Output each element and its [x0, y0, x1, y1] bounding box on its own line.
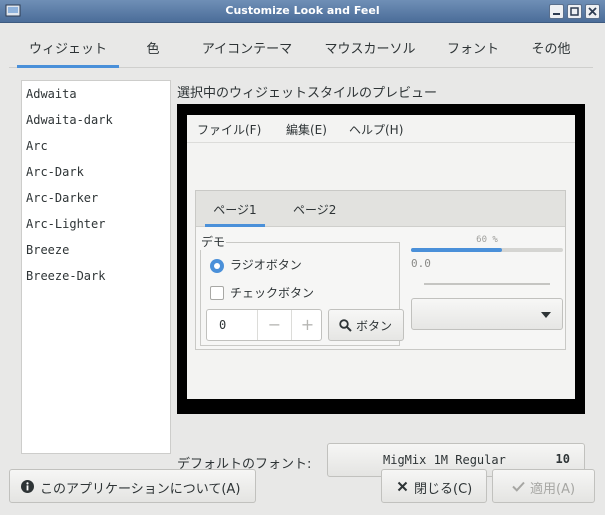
dropdown-arrow-icon	[541, 312, 551, 318]
notebook-tab-bar: ページ1 ページ2	[196, 191, 565, 227]
check-button[interactable]	[210, 286, 224, 300]
spin-decrement-button[interactable]: −	[257, 310, 291, 340]
about-button[interactable]: このアプリケーションについて(A)	[9, 469, 256, 503]
spin-increment-button[interactable]: +	[291, 310, 323, 340]
list-item[interactable]: Arc-Dark	[26, 165, 84, 179]
widget-page: Adwaita Adwaita-dark Arc Arc-Dark Arc-Da…	[9, 68, 593, 477]
menu-help[interactable]: ヘルプ(H)	[349, 121, 403, 138]
tab-bar: ウィジェット 色 アイコンテーマ マウスカーソル フォント その他	[9, 32, 593, 68]
minimize-button[interactable]	[549, 4, 564, 19]
progress-bar	[411, 248, 563, 252]
slider-value: 0.0	[411, 257, 431, 270]
maximize-button[interactable]	[567, 4, 582, 19]
list-item[interactable]: Adwaita-dark	[26, 113, 113, 127]
preview-area: ファイル(F) 編集(E) ヘルプ(H) ページ1 ページ2 ラジオボタン チェ…	[187, 115, 575, 399]
info-icon	[21, 480, 34, 493]
close-window-button[interactable]	[585, 4, 600, 19]
preview-menubar: ファイル(F) 編集(E) ヘルプ(H)	[187, 115, 575, 143]
font-size: 10	[555, 452, 570, 466]
radio-button[interactable]	[210, 259, 224, 273]
slider[interactable]	[424, 283, 550, 285]
preview-frame: ファイル(F) 編集(E) ヘルプ(H) ページ1 ページ2 ラジオボタン チェ…	[177, 104, 585, 414]
progress-text: 60 %	[476, 235, 498, 245]
close-icon	[397, 481, 408, 492]
demo-button-label: ボタン	[356, 319, 393, 333]
apply-button[interactable]: 適用(A)	[492, 469, 595, 503]
maximize-icon	[570, 7, 579, 16]
demo-label: デモ	[200, 233, 227, 250]
radio-label: ラジオボタン	[230, 258, 302, 272]
list-item[interactable]: Breeze	[26, 243, 69, 257]
tab-page1[interactable]: ページ1	[205, 201, 265, 227]
checkmark-icon	[512, 481, 525, 492]
spin-button[interactable]: 0 − +	[206, 309, 322, 341]
list-item[interactable]: Arc-Lighter	[26, 217, 105, 231]
about-button-label: このアプリケーションについて(A)	[40, 482, 241, 497]
close-button-label: 閉じる(C)	[414, 482, 473, 497]
demo-button[interactable]: ボタン	[328, 309, 404, 341]
preview-notebook: ページ1 ページ2 ラジオボタン チェックボタン 0 − + ボタン デモ 60…	[195, 190, 566, 350]
theme-list[interactable]: Adwaita Adwaita-dark Arc Arc-Dark Arc-Da…	[21, 80, 171, 454]
search-icon	[339, 319, 352, 332]
tab-page2[interactable]: ページ2	[293, 201, 336, 218]
list-item[interactable]: Breeze-Dark	[26, 269, 105, 283]
window-titlebar: Customize Look and Feel	[0, 0, 605, 23]
menu-edit[interactable]: 編集(E)	[286, 121, 327, 138]
tab-icon-theme[interactable]: アイコンテーマ	[191, 38, 303, 68]
check-label: チェックボタン	[230, 286, 315, 300]
spin-value[interactable]: 0	[219, 318, 226, 332]
font-name: MigMix 1M Regular	[383, 453, 506, 467]
list-item[interactable]: Arc	[26, 139, 48, 153]
close-icon	[588, 7, 597, 16]
tab-font[interactable]: フォント	[437, 38, 509, 68]
minimize-icon	[553, 13, 560, 15]
tab-mouse-cursor[interactable]: マウスカーソル	[315, 38, 425, 68]
list-item[interactable]: Adwaita	[26, 87, 77, 101]
preview-label: 選択中のウィジェットスタイルのプレビュー	[177, 86, 438, 101]
progress-fill	[411, 248, 503, 252]
tab-color[interactable]: 色	[135, 38, 171, 68]
demo-frame: ラジオボタン チェックボタン 0 − + ボタン	[200, 242, 404, 346]
tab-widget[interactable]: ウィジェット	[17, 38, 119, 68]
close-button[interactable]: 閉じる(C)	[381, 469, 487, 503]
tab-other[interactable]: その他	[521, 38, 581, 68]
menu-file[interactable]: ファイル(F)	[197, 121, 261, 138]
dialog: ウィジェット 色 アイコンテーマ マウスカーソル フォント その他 Adwait…	[1, 23, 604, 514]
apply-button-label: 適用(A)	[530, 482, 576, 497]
list-item[interactable]: Arc-Darker	[26, 191, 98, 205]
window-title: Customize Look and Feel	[225, 4, 380, 17]
combo-box[interactable]	[411, 298, 563, 330]
